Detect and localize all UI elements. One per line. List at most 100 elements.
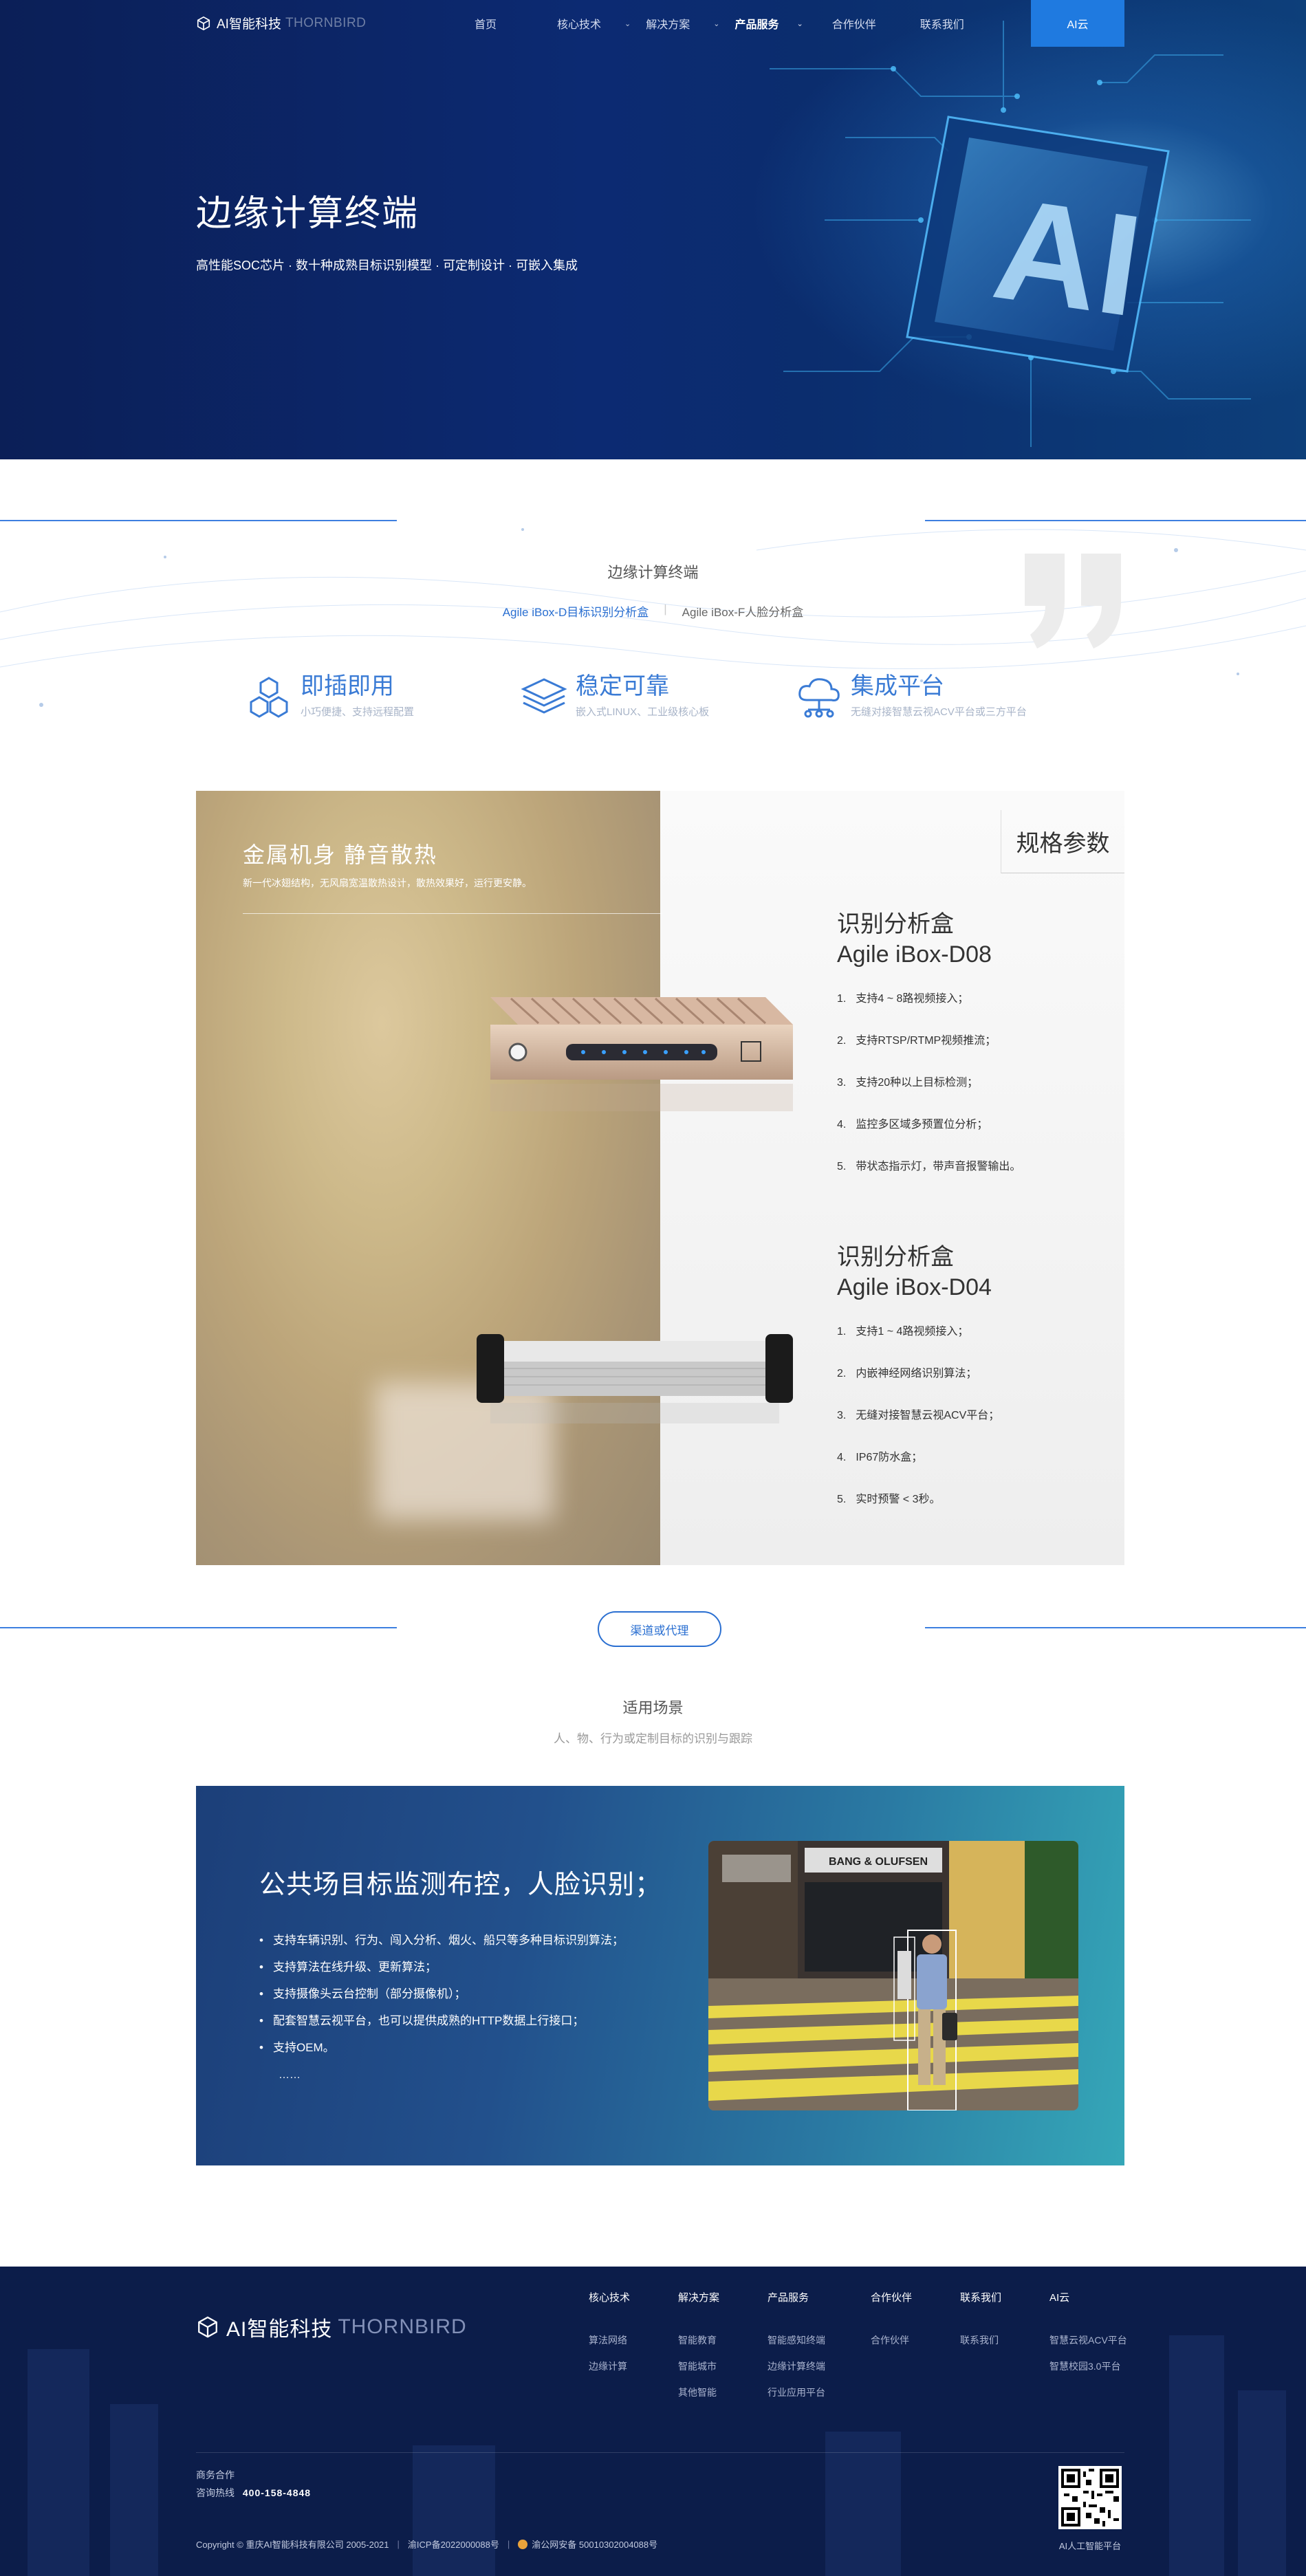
- footer-contact: 商务合作 咨询热线 400-158-4848: [196, 2466, 311, 2502]
- feature-title: 集成平台: [851, 673, 944, 699]
- feature-integration: 集成平台 无缝对接智慧云视ACV平台或三方平台: [794, 673, 1069, 722]
- footer-link[interactable]: 边缘计算终端: [768, 2359, 825, 2386]
- stack-layers-icon: [521, 678, 567, 714]
- feature-text: 无缝对接智慧云视ACV平台；: [856, 1410, 1000, 1421]
- footer-link[interactable]: 智慧云视ACV平台: [1049, 2333, 1127, 2359]
- footer-link[interactable]: 行业应用平台: [768, 2386, 825, 2412]
- hotline-label: 咨询热线: [196, 2487, 235, 2498]
- feature-text: 监控多区域多预置位分析；: [856, 1119, 988, 1131]
- feature-text: 支持20种以上目标检测；: [856, 1077, 979, 1089]
- hero-subtitle: 高性能SOC芯片 · 数十种成熟目标识别模型 · 可定制设计 · 可嵌入集成: [196, 259, 578, 272]
- main-menu: 首页 核心技术 ⌄ 解决方案 ⌄ 产品服务 ⌄ 合作伙伴 联系我们: [475, 0, 964, 47]
- footer-link[interactable]: 其他智能: [678, 2386, 719, 2412]
- channel-agent-button[interactable]: 渠道或代理: [598, 1611, 721, 1647]
- list-item: 支持OEM。: [259, 2038, 624, 2064]
- footer-link[interactable]: 智能城市: [678, 2359, 719, 2386]
- metal-body-description: 新一代冰翅结构，无风扇宽温散热设计，散热效果好，运行更安静。: [243, 877, 532, 888]
- feature-description: 小巧便捷、支持远程配置: [301, 706, 415, 718]
- top-navigation: AI智能科技 THORNBIRD 首页 核心技术 ⌄ 解决方案 ⌄ 产品服务 ⌄…: [0, 0, 1306, 47]
- hotline-number[interactable]: 400-158-4848: [243, 2487, 311, 2498]
- street-crosswalk-photo: BANG & OLUFSEN: [708, 1841, 1078, 2110]
- footer-column-ai-cloud: AI云 智慧云视ACV平台 智慧校园3.0平台: [1049, 2290, 1127, 2386]
- ibox-d04-device-image: [477, 1334, 793, 1423]
- menu-home[interactable]: 首页: [475, 0, 497, 47]
- metal-body-title: 金属机身 静音散热: [243, 842, 437, 867]
- feature-text: 内嵌神经网络识别算法；: [856, 1368, 977, 1379]
- menu-solutions[interactable]: 解决方案 ⌄: [646, 0, 719, 47]
- business-label: 商务合作: [196, 2469, 235, 2480]
- menu-contact[interactable]: 联系我们: [920, 0, 964, 47]
- product-name-cn: 识别分析盒: [837, 1244, 954, 1270]
- feature-text: 支持RTSP/RTMP视频推流；: [856, 1035, 997, 1047]
- footer-column-core-tech: 核心技术 算法网络 边缘计算: [589, 2290, 630, 2386]
- tab-ibox-f[interactable]: Agile iBox-F人脸分析盒: [682, 602, 804, 620]
- shop-sign: BANG & OLUFSEN: [829, 1856, 928, 1868]
- nav-logo[interactable]: AI智能科技 THORNBIRD: [196, 14, 366, 32]
- footer-link[interactable]: 智能教育: [678, 2333, 719, 2359]
- qr-code-icon: [1058, 2466, 1122, 2529]
- feature-stable: 稳定可靠 嵌入式LINUX、工业级核心板: [519, 673, 794, 722]
- more-ellipsis: ……: [279, 2069, 301, 2081]
- scene-section-subtitle: 人、物、行为或定制目标的识别与跟踪: [554, 1732, 752, 1745]
- footer-column-heading: AI云: [1049, 2292, 1070, 2304]
- ai-chip-illustration: AI: [770, 21, 1251, 447]
- brand-name: AI智能科技: [217, 17, 281, 32]
- brand-name: AI智能科技: [226, 2318, 333, 2341]
- menu-label: 解决方案: [646, 19, 690, 31]
- footer-column-partners: 合作伙伴 合作伙伴: [871, 2290, 912, 2359]
- list-item: 1. 支持1 ~ 4路视频接入；: [837, 1326, 969, 1338]
- list-item: 支持车辆识别、行为、闯入分析、烟火、船只等多种目标识别算法；: [259, 1930, 624, 1957]
- chevron-down-icon: ⌄: [624, 19, 631, 28]
- cloud-network-icon: [798, 678, 840, 718]
- product-feature-list: 1. 支持1 ~ 4路视频接入； 2. 内嵌神经网络识别算法； 3. 无缝对接智慧云视…: [837, 1322, 999, 1531]
- separator: |: [507, 2539, 510, 2549]
- footer-link[interactable]: 联系我们: [960, 2333, 1001, 2359]
- feature-text: 支持1 ~ 4路视频接入；: [856, 1326, 969, 1338]
- footer-link[interactable]: 合作伙伴: [871, 2333, 912, 2359]
- list-item: 支持摄像头云台控制（部分摄像机）；: [259, 1984, 624, 2011]
- svg-text:AI: AI: [985, 167, 1151, 347]
- feature-text: 带状态指示灯，带声音报警输出。: [856, 1161, 1021, 1172]
- footer-logo[interactable]: AI智能科技 THORNBIRD: [196, 2312, 467, 2342]
- tab-ibox-d[interactable]: Agile iBox-D目标识别分析盒: [503, 602, 649, 620]
- icp-link[interactable]: 渝ICP备2022000088号: [408, 2537, 499, 2551]
- police-record-link[interactable]: 渝公网安备 50010302004088号: [532, 2537, 657, 2551]
- footer: AI智能科技 THORNBIRD 核心技术 算法网络 边缘计算 解决方案 智能教…: [0, 2267, 1306, 2576]
- divider: [243, 913, 662, 914]
- footer-column-solutions: 解决方案 智能教育 智能城市 其他智能: [678, 2290, 719, 2412]
- menu-partners[interactable]: 合作伙伴: [832, 0, 876, 47]
- scene-section-title: 适用场景: [622, 1699, 684, 1716]
- footer-column-heading: 解决方案: [678, 2292, 720, 2304]
- police-badge-icon: [518, 2539, 528, 2549]
- footer-link[interactable]: 边缘计算: [589, 2359, 630, 2386]
- quote-mark-icon: [1025, 554, 1121, 648]
- footer-column-heading: 联系我们: [960, 2292, 1002, 2304]
- footer-column-heading: 核心技术: [589, 2292, 631, 2304]
- list-item: 2. 内嵌神经网络识别算法；: [837, 1368, 977, 1379]
- decorative-line-left: [0, 520, 397, 521]
- hotline-row: 咨询热线 400-158-4848: [196, 2484, 311, 2502]
- hexagon-cluster-icon: [250, 677, 288, 718]
- menu-products[interactable]: 产品服务 ⌄: [734, 0, 803, 47]
- list-item: 4. 监控多区域多预置位分析；: [837, 1119, 988, 1131]
- menu-ai-cloud[interactable]: AI云: [1031, 0, 1124, 47]
- feature-title: 即插即用: [301, 673, 394, 699]
- footer-copyright-bar: Copyright © 重庆AI智能科技有限公司 2005-2021 | 渝IC…: [196, 2537, 657, 2551]
- menu-core-tech[interactable]: 核心技术 ⌄: [557, 0, 631, 47]
- footer-link[interactable]: 智慧校园3.0平台: [1049, 2359, 1127, 2386]
- product-ibox-d08: 识别分析盒 Agile iBox-D08 1. 支持4 ~ 8路视频接入； 2. 支…: [837, 909, 1021, 1199]
- list-item: 4. IP67防水盒；: [837, 1452, 923, 1463]
- cube-logo-icon: [197, 16, 210, 30]
- footer-link[interactable]: 算法网络: [589, 2333, 630, 2359]
- list-item: 支持算法在线升级、更新算法；: [259, 1957, 624, 1984]
- brand-english: THORNBIRD: [285, 15, 367, 30]
- footer-column-contact: 联系我们 联系我们: [960, 2290, 1001, 2359]
- brand-english: THORNBIRD: [338, 2315, 467, 2338]
- footer-column-heading: 合作伙伴: [871, 2292, 913, 2304]
- footer-link[interactable]: 智能感知终端: [768, 2333, 825, 2359]
- feature-text: 实时预警 < 3秒。: [856, 1494, 941, 1505]
- scene-card: 公共场目标监测布控，人脸识别； 支持车辆识别、行为、闯入分析、烟火、船只等多种目…: [196, 1786, 1124, 2165]
- cube-logo-icon: [198, 2316, 217, 2338]
- product-photo-background: [196, 791, 660, 1565]
- scene-card-title: 公共场目标监测布控，人脸识别；: [259, 1870, 662, 1899]
